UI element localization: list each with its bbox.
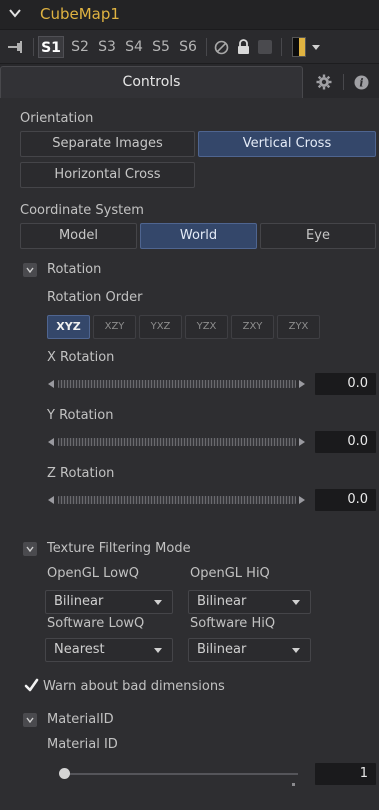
y-rotation-slider[interactable] <box>58 438 296 446</box>
x-rotation-value-field[interactable]: 0.0 <box>315 373 376 395</box>
tab-settings[interactable] <box>306 66 342 98</box>
rotation-order-xyz-button[interactable]: XYZ <box>47 315 90 339</box>
software-hiq-value: Bilinear <box>197 642 247 657</box>
gear-icon <box>316 74 332 90</box>
opengl-hiq-label: OpenGL HiQ <box>190 566 270 581</box>
chevron-down-icon <box>26 267 34 273</box>
coordinate-system-label: Coordinate System <box>20 203 144 218</box>
tab-controls[interactable]: Controls <box>0 66 303 98</box>
coordinate-world-button[interactable]: World <box>140 223 257 249</box>
orientation-vertical-cross-button[interactable]: Vertical Cross <box>198 131 376 157</box>
swatch-dropdown-icon[interactable] <box>312 45 320 50</box>
texture-section-label: Texture Filtering Mode <box>47 541 191 556</box>
scene-button-s6[interactable]: S6 <box>176 36 200 58</box>
rotation-order-yzx-button[interactable]: YZX <box>185 315 228 339</box>
orientation-horizontal-cross-button[interactable]: Horizontal Cross <box>20 162 195 188</box>
rotation-order-yxz-button[interactable]: YXZ <box>139 315 182 339</box>
rotation-section-label: Rotation <box>47 262 102 277</box>
chevron-down-icon <box>292 600 300 605</box>
rotation-collapse-toggle[interactable] <box>23 263 37 277</box>
x-rotation-slider[interactable] <box>58 380 296 388</box>
opengl-lowq-value: Bilinear <box>54 594 104 609</box>
software-lowq-dropdown[interactable]: Nearest <box>45 638 173 662</box>
chevron-down-icon <box>26 717 34 723</box>
tab-info[interactable]: i <box>344 66 379 98</box>
x-rotation-label: X Rotation <box>47 350 115 365</box>
z-rotation-slider[interactable] <box>58 496 296 504</box>
material-collapse-toggle[interactable] <box>23 713 37 727</box>
software-hiq-dropdown[interactable]: Bilinear <box>188 638 311 662</box>
software-hiq-label: Software HiQ <box>190 616 276 631</box>
chevron-down-icon <box>292 648 300 653</box>
checkmark-icon[interactable] <box>24 678 39 693</box>
node-toolbar: S1 S2 S3 S4 S5 S6 <box>0 30 379 64</box>
rotation-order-zyx-button[interactable]: ZYX <box>277 315 320 339</box>
color-swatch[interactable] <box>292 37 306 57</box>
chevron-down-icon <box>26 546 34 552</box>
pin-icon[interactable] <box>8 41 24 53</box>
orientation-label: Orientation <box>20 111 94 126</box>
node-header: CubeMap1 <box>0 0 379 30</box>
coordinate-eye-button[interactable]: Eye <box>260 223 376 249</box>
material-id-value-field[interactable]: 1 <box>315 763 376 785</box>
scene-button-s4[interactable]: S4 <box>122 36 146 58</box>
z-rotation-label: Z Rotation <box>47 466 115 481</box>
opengl-hiq-value: Bilinear <box>197 594 247 609</box>
opengl-lowq-label: OpenGL LowQ <box>47 566 140 581</box>
material-section-label: MaterialID <box>47 712 114 727</box>
x-rotation-increment-icon[interactable] <box>299 380 305 388</box>
y-rotation-value-field[interactable]: 0.0 <box>315 431 376 453</box>
scene-button-s1[interactable]: S1 <box>38 36 64 58</box>
coordinate-model-button[interactable]: Model <box>20 223 137 249</box>
y-rotation-increment-icon[interactable] <box>299 438 305 446</box>
software-lowq-label: Software LowQ <box>47 616 145 631</box>
material-id-slider-handle[interactable] <box>59 768 70 779</box>
warn-dimensions-label[interactable]: Warn about bad dimensions <box>43 679 225 694</box>
material-id-label: Material ID <box>47 737 118 752</box>
z-rotation-increment-icon[interactable] <box>299 496 305 504</box>
rotation-order-label: Rotation Order <box>47 290 143 305</box>
z-rotation-value-field[interactable]: 0.0 <box>315 489 376 511</box>
info-icon: i <box>354 75 369 90</box>
rotation-order-zxy-button[interactable]: ZXY <box>231 315 274 339</box>
opengl-lowq-dropdown[interactable]: Bilinear <box>45 590 173 614</box>
chevron-down-icon <box>154 600 162 605</box>
rotation-order-xzy-button[interactable]: XZY <box>93 315 136 339</box>
scene-button-s5[interactable]: S5 <box>149 36 173 58</box>
disable-icon[interactable] <box>214 40 229 55</box>
software-lowq-value: Nearest <box>54 642 105 657</box>
y-rotation-label: Y Rotation <box>47 408 114 423</box>
y-rotation-decrement-icon[interactable] <box>48 438 54 446</box>
chevron-down-icon[interactable] <box>8 6 22 20</box>
orientation-separate-images-button[interactable]: Separate Images <box>20 131 195 157</box>
opengl-hiq-dropdown[interactable]: Bilinear <box>188 590 311 614</box>
texture-collapse-toggle[interactable] <box>23 542 37 556</box>
scene-button-s3[interactable]: S3 <box>95 36 119 58</box>
material-id-slider[interactable] <box>64 773 298 775</box>
chevron-down-icon <box>154 648 162 653</box>
svg-text:i: i <box>359 77 363 90</box>
node-title: CubeMap1 <box>40 5 120 23</box>
z-rotation-decrement-icon[interactable] <box>48 496 54 504</box>
scene-button-s2[interactable]: S2 <box>68 36 92 58</box>
cache-icon[interactable] <box>258 40 272 54</box>
lock-icon[interactable] <box>237 39 250 55</box>
slider-default-marker <box>292 783 295 786</box>
x-rotation-decrement-icon[interactable] <box>48 380 54 388</box>
